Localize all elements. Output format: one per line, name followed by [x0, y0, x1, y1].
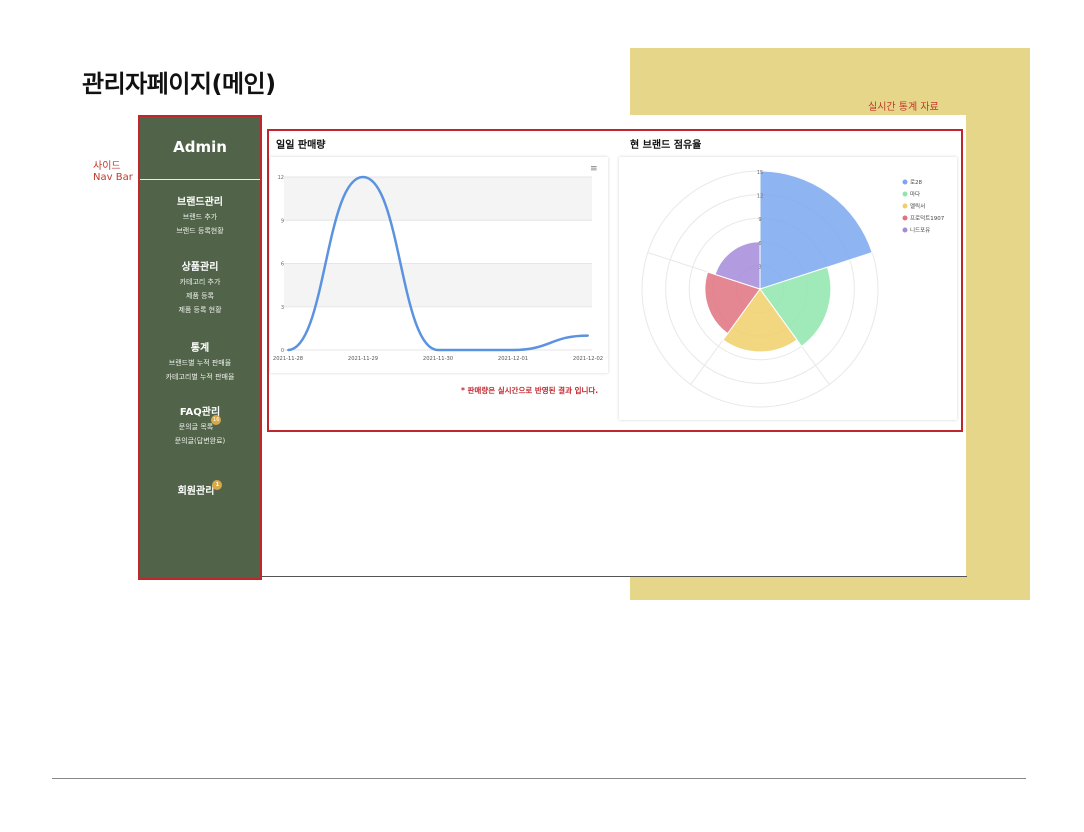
legend-swatch — [902, 227, 908, 233]
sales-point — [587, 334, 589, 337]
chart-menu-icon[interactable]: ≡ — [590, 164, 598, 174]
sidebar-group-product: 상품관리 카테고리 추가 제품 등록 제품 등록 현황 — [140, 261, 260, 317]
brand-share-card: 15 12 9 6 3 로28 마다멜릭서프로덕트1907 니드포유 — [619, 157, 957, 420]
x-tick-label: 2021-11-30 — [423, 356, 453, 362]
radial-tick-label: 15 — [757, 170, 763, 176]
sidebar-item-product-status[interactable]: 제품 등록 현황 — [140, 303, 260, 317]
grid-band — [284, 177, 592, 221]
brand-share-title: 현 브랜드 점유율 — [630, 140, 702, 151]
sidebar-item-category-add[interactable]: 카테고리 추가 — [140, 275, 260, 289]
legend-label[interactable]: 니드포유 — [910, 226, 930, 234]
footer-divider — [52, 778, 1026, 779]
sidebar-item-brand-sales-rate[interactable]: 브랜드별 누적 판매율 — [140, 356, 260, 370]
y-tick-label: 3 — [281, 305, 284, 311]
sidebar-nav: Admin 브랜드관리 브랜드 추가 브랜드 등록현황 상품관리 카테고리 추가… — [138, 115, 262, 580]
sidebar-item-statistics[interactable]: 통계 — [140, 342, 260, 356]
sidebar-group-brand: 브랜드관리 브랜드 추가 브랜드 등록현황 — [140, 196, 260, 238]
legend-label[interactable]: 로28 — [910, 179, 923, 186]
page-title: 관리자페이지(메인) — [82, 70, 276, 98]
legend-swatch — [902, 179, 908, 185]
sidebar-annotation-line1: 사이드 — [93, 161, 121, 172]
sidebar-annotation: 사이드 Nav Bar — [93, 161, 133, 183]
sidebar-item-brand-management[interactable]: 브랜드관리 — [140, 196, 260, 210]
realtime-stats-caption: 실시간 통계 자료 — [868, 102, 939, 113]
realtime-note: * 판매량은 실시간으로 반영된 결과 입니다. — [461, 386, 599, 395]
sidebar-item-faq-management[interactable]: FAQ관리 — [140, 406, 260, 420]
sidebar-item-inquiry-answered[interactable]: 문의글(답변완료) — [140, 434, 260, 448]
brand-share-polar-chart: 15 12 9 6 3 로28 마다멜릭서프로덕트1907 니드포유 — [641, 170, 945, 408]
sidebar-item-category-sales-rate[interactable]: 카테고리별 누적 판매율 — [140, 370, 260, 384]
x-tick-label: 2021-12-01 — [498, 356, 528, 362]
sidebar-item-brand-add[interactable]: 브랜드 추가 — [140, 210, 260, 224]
inquiry-count-badge: 16 — [211, 415, 222, 425]
daily-sales-title: 일일 판매량 — [276, 140, 326, 151]
legend-label[interactable]: 마다 — [910, 190, 920, 198]
sales-point — [512, 349, 514, 351]
radial-tick-label: 12 — [757, 194, 763, 200]
sidebar-group-member: 회원관리1 — [140, 480, 260, 499]
x-tick-label: 2021-11-28 — [273, 356, 303, 362]
radial-tick-label: 3 — [758, 264, 761, 270]
sidebar-group-stats: 통계 브랜드별 누적 판매율 카테고리별 누적 판매율 — [140, 342, 260, 384]
y-tick-label: 6 — [281, 262, 284, 268]
legend-swatch — [902, 203, 908, 209]
sidebar-annotation-line2: Nav Bar — [93, 172, 133, 183]
sidebar-item-inquiry-list[interactable]: 문의글 목록16 — [140, 415, 260, 434]
y-tick-label: 0 — [281, 348, 284, 354]
member-management-label: 회원관리 — [177, 486, 215, 497]
sidebar-group-faq: FAQ관리 문의글 목록16 문의글(답변완료) — [140, 406, 260, 448]
sidebar-divider — [140, 179, 260, 180]
daily-sales-line-chart: 0 3 6 9 12 2021-11-28 2021-11-29 2021-11-30 2021… — [273, 175, 603, 362]
legend-label[interactable]: 프로덕트1907 — [910, 215, 945, 222]
inquiry-list-label: 문의글 목록 — [178, 423, 214, 431]
legend-swatch — [902, 191, 908, 197]
sidebar-item-product-management[interactable]: 상품관리 — [140, 261, 260, 275]
legend-label[interactable]: 멜릭서 — [910, 202, 925, 210]
sidebar-item-member-management[interactable]: 회원관리1 — [140, 480, 260, 499]
y-tick-label: 9 — [281, 218, 284, 224]
x-tick-label: 2021-11-29 — [348, 356, 378, 362]
x-tick-label: 2021-12-02 — [573, 356, 603, 362]
radial-tick-label: 9 — [758, 217, 761, 223]
y-tick-label: 12 — [278, 175, 284, 181]
sidebar-title[interactable]: Admin — [140, 138, 260, 156]
sidebar-item-brand-status[interactable]: 브랜드 등록현황 — [140, 224, 260, 238]
sales-point — [437, 349, 439, 351]
grid-band — [284, 263, 592, 307]
sales-point — [287, 349, 289, 351]
radial-tick-label: 6 — [758, 241, 761, 247]
sidebar-item-product-register[interactable]: 제품 등록 — [140, 289, 260, 303]
daily-sales-card: 0 3 6 9 12 2021-11-28 2021-11-29 2021-11-30 2021… — [270, 157, 608, 373]
screen-bottom-border — [260, 576, 967, 577]
legend-swatch — [902, 215, 908, 221]
member-count-badge: 1 — [212, 480, 223, 490]
sales-point — [362, 176, 364, 178]
